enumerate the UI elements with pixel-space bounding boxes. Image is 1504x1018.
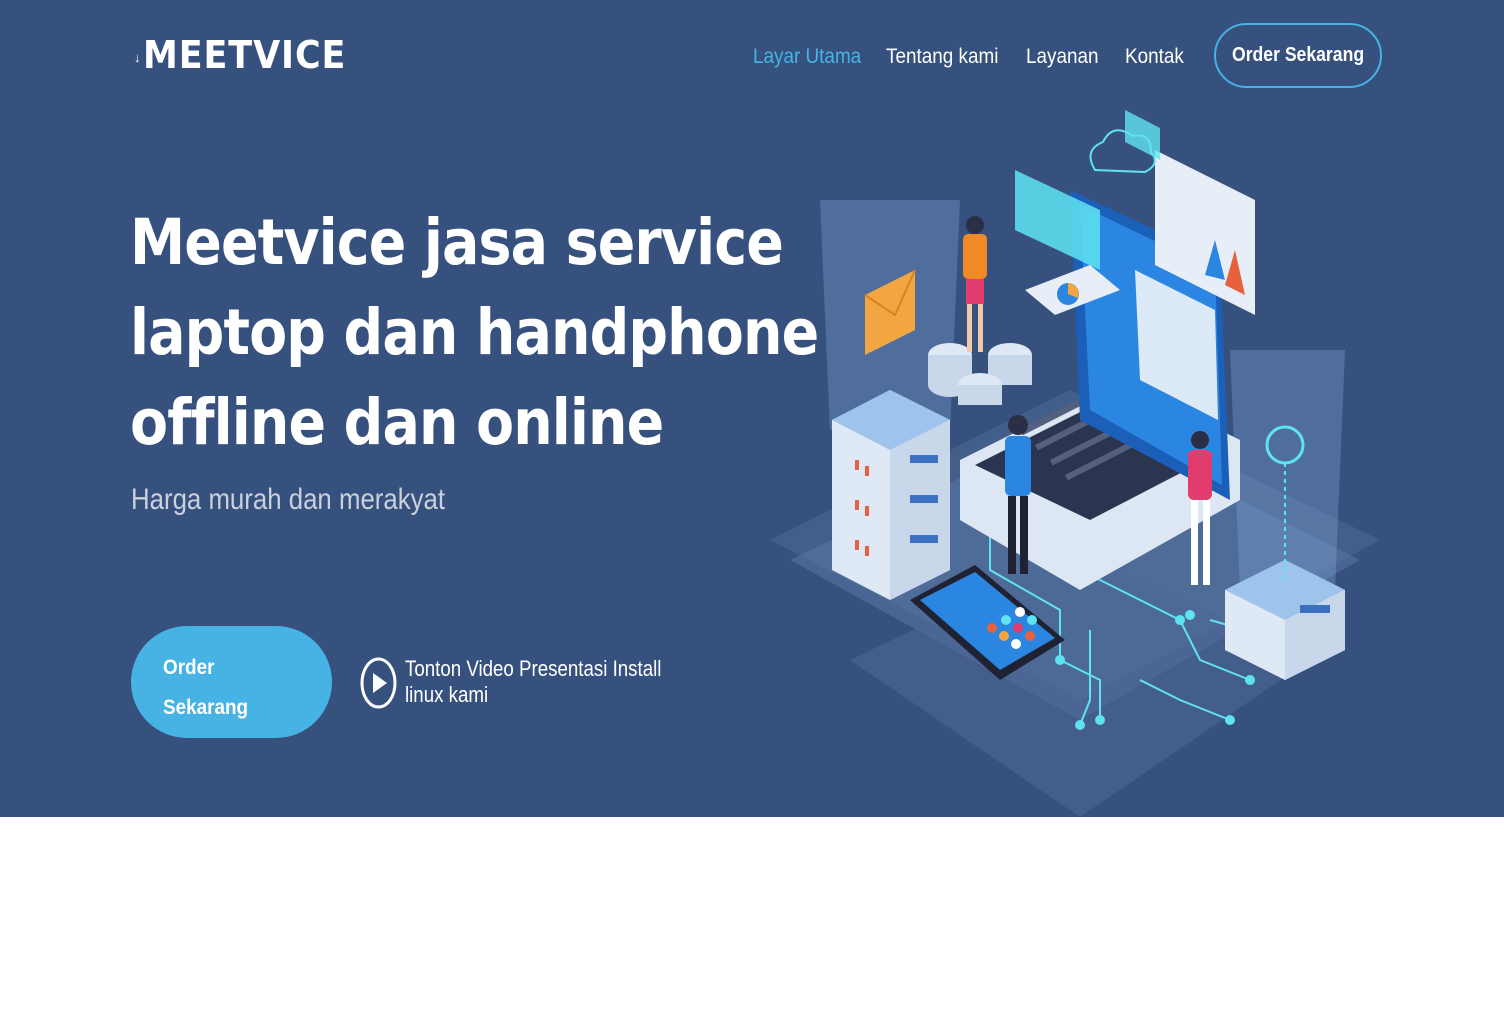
headline-line-2: laptop dan handphone xyxy=(130,296,819,369)
watch-video-link[interactable]: Tonton Video Presentasi Install linux ka… xyxy=(360,656,730,710)
headline-line-3: offline dan online xyxy=(130,386,664,459)
nav-item-kontak[interactable]: Kontak xyxy=(1125,38,1184,76)
nav-item-tentang-kami[interactable]: Tentang kami xyxy=(886,38,998,76)
hero-headline: Meetvice jasa service laptop dan handpho… xyxy=(130,198,819,468)
order-now-label: Order Sekarang xyxy=(163,656,249,719)
hero-illustration xyxy=(770,110,1380,817)
order-now-button[interactable]: Order Sekarang xyxy=(131,626,332,738)
logo-text: MEETVICE xyxy=(142,33,346,77)
nav-item-layar-utama[interactable]: Layar Utama xyxy=(753,38,861,76)
hero-section: ↓ MEETVICE Layar Utama Tentang kami Laya… xyxy=(0,0,1504,817)
headline-line-1: Meetvice jasa service xyxy=(130,206,784,279)
order-now-nav-label: Order Sekarang xyxy=(1231,44,1365,66)
arrow-down-icon: ↓ xyxy=(134,49,141,65)
hero-subtitle: Harga murah dan merakyat xyxy=(131,483,446,516)
play-circle-icon xyxy=(360,657,397,709)
order-now-nav-button[interactable]: Order Sekarang xyxy=(1214,23,1382,88)
nav-item-layanan[interactable]: Layanan xyxy=(1026,38,1099,76)
logo[interactable]: ↓ MEETVICE xyxy=(134,30,364,80)
watch-video-label: Tonton Video Presentasi Install linux ka… xyxy=(405,656,662,707)
